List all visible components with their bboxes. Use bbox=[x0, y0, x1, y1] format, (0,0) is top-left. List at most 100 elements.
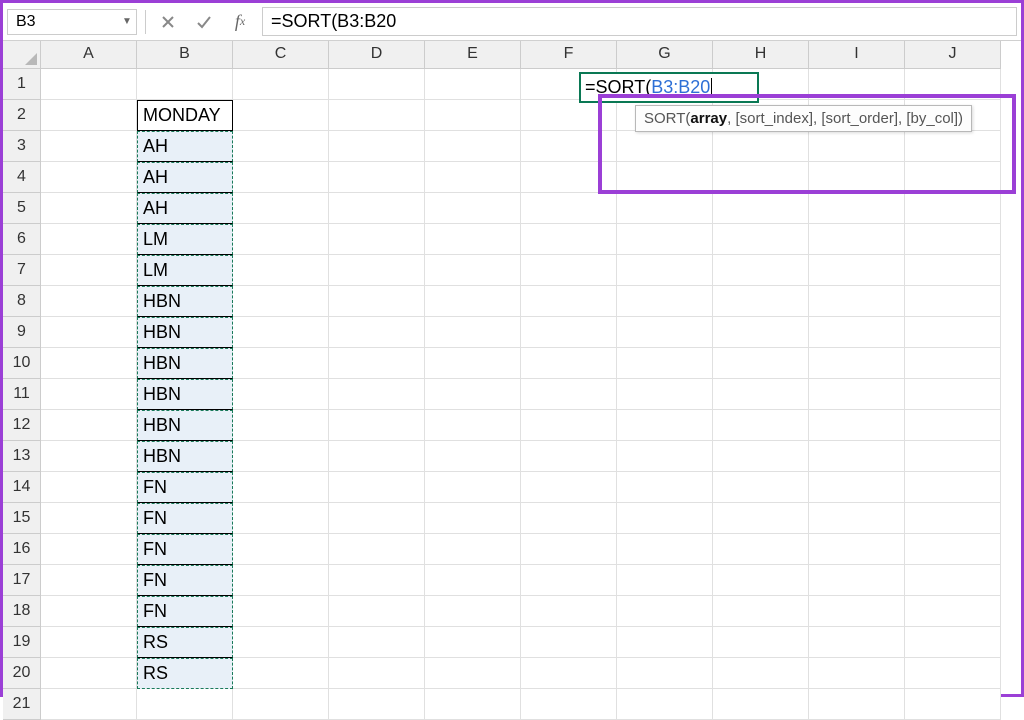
cell[interactable] bbox=[329, 348, 425, 379]
cell[interactable] bbox=[713, 317, 809, 348]
cell[interactable] bbox=[41, 69, 137, 100]
cell[interactable] bbox=[41, 224, 137, 255]
row-header[interactable]: 4 bbox=[3, 162, 41, 193]
cell[interactable] bbox=[809, 317, 905, 348]
insert-function-button[interactable]: fx bbox=[226, 9, 254, 35]
cell[interactable] bbox=[713, 534, 809, 565]
row-header[interactable]: 17 bbox=[3, 565, 41, 596]
cell[interactable] bbox=[329, 410, 425, 441]
cell[interactable] bbox=[233, 503, 329, 534]
column-header[interactable]: A bbox=[41, 41, 137, 69]
cell[interactable] bbox=[233, 162, 329, 193]
cell[interactable]: FN bbox=[137, 534, 233, 565]
cell[interactable] bbox=[233, 689, 329, 720]
cell[interactable] bbox=[905, 286, 1001, 317]
cell[interactable] bbox=[617, 131, 713, 162]
select-all-corner[interactable] bbox=[3, 41, 41, 69]
cell[interactable] bbox=[521, 503, 617, 534]
cell[interactable] bbox=[713, 472, 809, 503]
cell[interactable] bbox=[809, 596, 905, 627]
cell[interactable]: AH bbox=[137, 193, 233, 224]
cell[interactable] bbox=[809, 503, 905, 534]
cell[interactable] bbox=[713, 689, 809, 720]
cell[interactable]: HBN bbox=[137, 317, 233, 348]
cell[interactable] bbox=[329, 503, 425, 534]
cell[interactable] bbox=[233, 100, 329, 131]
cell[interactable] bbox=[425, 69, 521, 100]
cell[interactable] bbox=[521, 596, 617, 627]
cell[interactable] bbox=[41, 162, 137, 193]
cell[interactable] bbox=[617, 472, 713, 503]
cell[interactable] bbox=[41, 503, 137, 534]
cell[interactable] bbox=[425, 658, 521, 689]
cell[interactable]: HBN bbox=[137, 379, 233, 410]
cell[interactable]: HBN bbox=[137, 348, 233, 379]
cell[interactable] bbox=[521, 472, 617, 503]
cell[interactable] bbox=[233, 193, 329, 224]
cell[interactable] bbox=[329, 472, 425, 503]
cell[interactable] bbox=[713, 503, 809, 534]
row-header[interactable]: 15 bbox=[3, 503, 41, 534]
cell[interactable]: LM bbox=[137, 224, 233, 255]
cell[interactable] bbox=[137, 689, 233, 720]
cell[interactable] bbox=[713, 596, 809, 627]
cell[interactable] bbox=[905, 193, 1001, 224]
cell[interactable] bbox=[713, 131, 809, 162]
cell[interactable] bbox=[425, 410, 521, 441]
cell[interactable] bbox=[329, 193, 425, 224]
cell[interactable] bbox=[809, 689, 905, 720]
cell[interactable] bbox=[425, 348, 521, 379]
column-header[interactable]: C bbox=[233, 41, 329, 69]
cell[interactable] bbox=[329, 565, 425, 596]
grid[interactable]: MONDAYAHAHAHLMLMHBNHBNHBNHBNHBNHBNFNFNFN… bbox=[41, 69, 1001, 720]
row-header[interactable]: 8 bbox=[3, 286, 41, 317]
cell[interactable] bbox=[617, 410, 713, 441]
cell[interactable]: HBN bbox=[137, 410, 233, 441]
cell[interactable] bbox=[329, 658, 425, 689]
cell[interactable] bbox=[809, 410, 905, 441]
cell[interactable] bbox=[617, 658, 713, 689]
cell[interactable] bbox=[713, 410, 809, 441]
row-header[interactable]: 11 bbox=[3, 379, 41, 410]
cell[interactable] bbox=[617, 286, 713, 317]
cell[interactable] bbox=[233, 317, 329, 348]
cell[interactable] bbox=[425, 286, 521, 317]
cell[interactable] bbox=[809, 658, 905, 689]
cell[interactable] bbox=[233, 255, 329, 286]
cell[interactable] bbox=[521, 100, 617, 131]
cell[interactable] bbox=[617, 565, 713, 596]
cell[interactable] bbox=[521, 193, 617, 224]
cell[interactable] bbox=[233, 534, 329, 565]
cell[interactable] bbox=[425, 162, 521, 193]
cell[interactable] bbox=[41, 534, 137, 565]
cell[interactable] bbox=[617, 596, 713, 627]
cell[interactable] bbox=[713, 627, 809, 658]
cell[interactable] bbox=[809, 627, 905, 658]
cell[interactable] bbox=[905, 658, 1001, 689]
column-header[interactable]: D bbox=[329, 41, 425, 69]
row-header[interactable]: 19 bbox=[3, 627, 41, 658]
cell[interactable] bbox=[233, 441, 329, 472]
cell[interactable] bbox=[425, 472, 521, 503]
row-header[interactable]: 6 bbox=[3, 224, 41, 255]
cell[interactable] bbox=[617, 503, 713, 534]
cell[interactable] bbox=[233, 224, 329, 255]
column-header[interactable]: H bbox=[713, 41, 809, 69]
cell[interactable] bbox=[329, 69, 425, 100]
column-header[interactable]: F bbox=[521, 41, 617, 69]
cell[interactable] bbox=[329, 224, 425, 255]
cell[interactable] bbox=[617, 193, 713, 224]
cell[interactable] bbox=[905, 627, 1001, 658]
cell[interactable] bbox=[713, 348, 809, 379]
cell[interactable] bbox=[809, 379, 905, 410]
row-header[interactable]: 20 bbox=[3, 658, 41, 689]
row-header[interactable]: 12 bbox=[3, 410, 41, 441]
cell[interactable] bbox=[809, 162, 905, 193]
cell[interactable] bbox=[809, 565, 905, 596]
cell[interactable] bbox=[713, 286, 809, 317]
cell[interactable] bbox=[617, 627, 713, 658]
cell[interactable] bbox=[425, 565, 521, 596]
row-header[interactable]: 21 bbox=[3, 689, 41, 720]
cell[interactable] bbox=[905, 224, 1001, 255]
cell[interactable] bbox=[41, 348, 137, 379]
